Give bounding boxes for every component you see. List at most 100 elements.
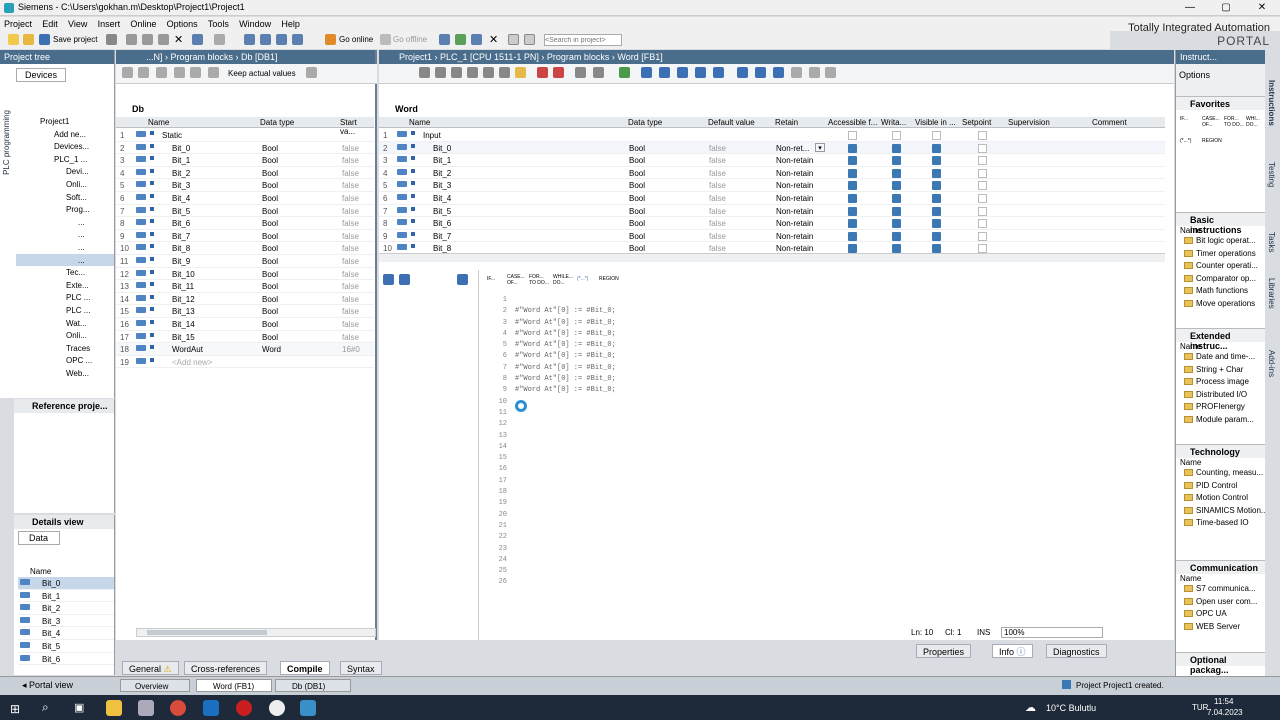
writable-checkbox[interactable] [892,156,901,166]
cell-datatype[interactable]: Bool [262,207,278,216]
table-row[interactable]: 10 Bit_8 Bool false Non-retain [379,242,1165,253]
weather-text[interactable]: 10°C Bulutlu [1046,703,1096,713]
code-text[interactable]: #"Word At"[0] := #Bit_0; [515,386,616,394]
scl-tool-icon[interactable] [399,274,410,285]
cell-datatype[interactable]: Bool [629,207,645,216]
menu-window[interactable]: Window [235,17,275,29]
copy-icon[interactable] [142,34,153,45]
cell-datatype[interactable]: Bool [262,244,278,253]
tab-diagnostics[interactable]: Diagnostics [1046,644,1107,658]
zoom-select[interactable]: 100% [1001,627,1103,638]
cell-start[interactable]: false [342,144,359,153]
close-button[interactable]: ✕ [1244,0,1280,16]
fb-col-setpoint[interactable]: Setpoint [962,118,991,127]
snippet-for[interactable]: FOR... TO DO... [529,274,551,286]
cell-name[interactable]: Input [423,131,441,140]
cell-name[interactable]: Bit_1 [433,156,451,165]
code-line[interactable]: 26 [483,578,1173,589]
cell-name[interactable]: Bit_12 [172,295,195,304]
code-text[interactable]: #"Word At"[0] := #Bit_0; [515,364,616,372]
split-horizontal-icon[interactable] [508,34,519,45]
cell-name[interactable]: Bit_2 [433,169,451,178]
scl-code-area[interactable]: 1 2 #"Word At"[0] := #Bit_0; 3 #"Word At"[0]… [483,296,1173,626]
cell-name[interactable]: Bit_7 [172,232,190,241]
fb-col-supervision[interactable]: Supervision [1008,118,1050,127]
snapshot-icon[interactable] [306,67,317,78]
favorite-item[interactable]: REGION [1202,138,1222,144]
save-project-button[interactable]: Save project [53,35,97,44]
cell-retain[interactable]: Non-retain [776,207,813,216]
cell-default[interactable]: false [709,232,726,241]
cell-start[interactable]: 16#0 [342,345,360,354]
fb-col-name[interactable]: Name [409,118,430,127]
cell-start[interactable]: false [342,156,359,165]
writable-checkbox[interactable] [892,244,901,253]
db-tool-icon[interactable] [122,67,133,78]
tia-portal-icon[interactable] [300,700,316,716]
writable-checkbox[interactable] [892,231,901,241]
section-title[interactable]: Optional packag... [1176,653,1265,675]
cell-datatype[interactable]: Bool [262,270,278,279]
table-row[interactable]: 6 Bit_4 Bool false Non-retain [379,192,1165,205]
instruction-item[interactable]: String + Char [1176,365,1265,378]
file-explorer-icon[interactable] [106,700,122,716]
fb-tool-icon[interactable] [483,67,494,78]
fb-tool-icon[interactable] [825,67,836,78]
code-line[interactable]: 16 [483,465,1173,476]
menu-view[interactable]: View [64,17,91,29]
fb-col-datatype[interactable]: Data type [628,118,662,127]
code-line[interactable]: 1 [483,296,1173,307]
cell-start[interactable]: false [342,244,359,253]
table-row[interactable]: 2 Bit_0 Bool false Non-ret... ▾ [379,141,1165,155]
snippet-if[interactable]: IF... [487,276,495,282]
table-row[interactable]: 4 Bit_2 Bool false [116,167,374,180]
split-vertical-icon[interactable] [524,34,535,45]
visible-checkbox[interactable] [932,143,941,153]
accessible-checkbox[interactable] [848,219,857,229]
fb-tool-icon[interactable] [737,67,748,78]
code-line[interactable]: 10 [483,398,1173,409]
writable-checkbox[interactable] [892,206,901,216]
cell-datatype[interactable]: Bool [629,219,645,228]
portal-view-button[interactable]: ◂ Portal view [22,680,73,691]
section-title[interactable]: Extended instruc... [1176,329,1265,351]
cell-start[interactable]: false [342,169,359,178]
code-line[interactable]: 24 [483,556,1173,567]
cell-name[interactable]: Bit_7 [433,232,451,241]
fb-col-visible[interactable]: Visible in ... [915,118,956,127]
table-row[interactable]: 1 Static [116,129,374,142]
tree-item[interactable]: ... [16,228,114,241]
code-line[interactable]: 6 #"Word At"[0] := #Bit_0; [483,352,1173,363]
code-line[interactable]: 7 #"Word At"[0] := #Bit_0; [483,364,1173,375]
code-line[interactable]: 13 [483,432,1173,443]
cell-start[interactable]: false [342,333,359,342]
cell-default[interactable]: false [709,156,726,165]
cell-name[interactable]: Bit_11 [172,282,194,291]
side-tab-addins[interactable]: Add-ins [1267,350,1276,377]
table-row[interactable]: 5 Bit_3 Bool false Non-retain [379,179,1165,192]
delete-icon[interactable]: ✕ [174,33,183,46]
maximize-button[interactable]: ▢ [1208,0,1244,16]
undo-icon[interactable] [192,34,203,45]
db-col-name[interactable]: Name [148,118,169,127]
db-hscrollbar[interactable] [136,628,376,637]
side-tab-libraries[interactable]: Libraries [1267,278,1276,309]
fb-tool-icon[interactable] [659,67,670,78]
setpoint-checkbox[interactable] [978,156,987,166]
go-online-button[interactable]: Go online [339,35,373,44]
tree-item[interactable]: ... [16,241,114,254]
writable-checkbox[interactable] [892,193,901,203]
cell-datatype[interactable]: Bool [262,282,278,291]
cell-retain[interactable]: Non-retain [776,169,813,178]
close-editor-icon[interactable]: ✕ [489,33,498,46]
tab-general[interactable]: General ⚠ [122,661,179,675]
db-tool-icon[interactable] [156,67,167,78]
setpoint-checkbox[interactable] [978,181,987,191]
fb-col-default[interactable]: Default value [708,118,755,127]
table-row[interactable]: 18 WordAut Word 16#0 [116,343,374,356]
setpoint-checkbox[interactable] [978,231,987,241]
accessible-checkbox[interactable] [848,231,857,241]
cell-name[interactable]: Bit_3 [172,181,190,190]
tree-item[interactable]: Onli... [16,178,114,191]
side-tab-testing[interactable]: Testing [1267,162,1276,187]
